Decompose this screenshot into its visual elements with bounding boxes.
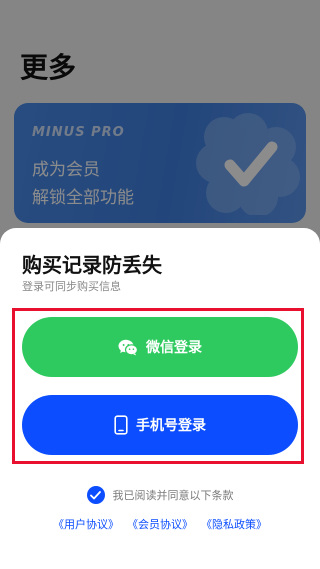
wechat-login-button[interactable]: 微信登录 xyxy=(22,317,298,377)
agreement-checkbox[interactable] xyxy=(86,486,105,504)
privacy-policy-link[interactable]: 《隐私政策》 xyxy=(201,516,267,532)
agreement-row: 我已阅读并同意以下条款 xyxy=(0,486,320,504)
login-bottom-sheet: 购买记录防丢失 登录可同步购买信息 微信登录 手机号登录 我已阅读并同意以下条款… xyxy=(0,228,320,569)
check-icon xyxy=(90,490,101,499)
sheet-subtitle: 登录可同步购买信息 xyxy=(22,280,121,293)
phone-login-label: 手机号登录 xyxy=(136,418,206,434)
wechat-login-label: 微信登录 xyxy=(146,340,202,356)
agreement-text: 我已阅读并同意以下条款 xyxy=(112,489,234,502)
phone-login-button[interactable]: 手机号登录 xyxy=(22,395,298,455)
user-agreement-link[interactable]: 《用户协议》 xyxy=(53,516,119,532)
sheet-title: 购买记录防丢失 xyxy=(22,253,162,277)
member-agreement-link[interactable]: 《会员协议》 xyxy=(127,516,193,532)
agreement-links: 《用户协议》 《会员协议》 《隐私政策》 xyxy=(0,516,320,532)
wechat-icon xyxy=(118,339,138,356)
phone-icon xyxy=(114,415,128,435)
